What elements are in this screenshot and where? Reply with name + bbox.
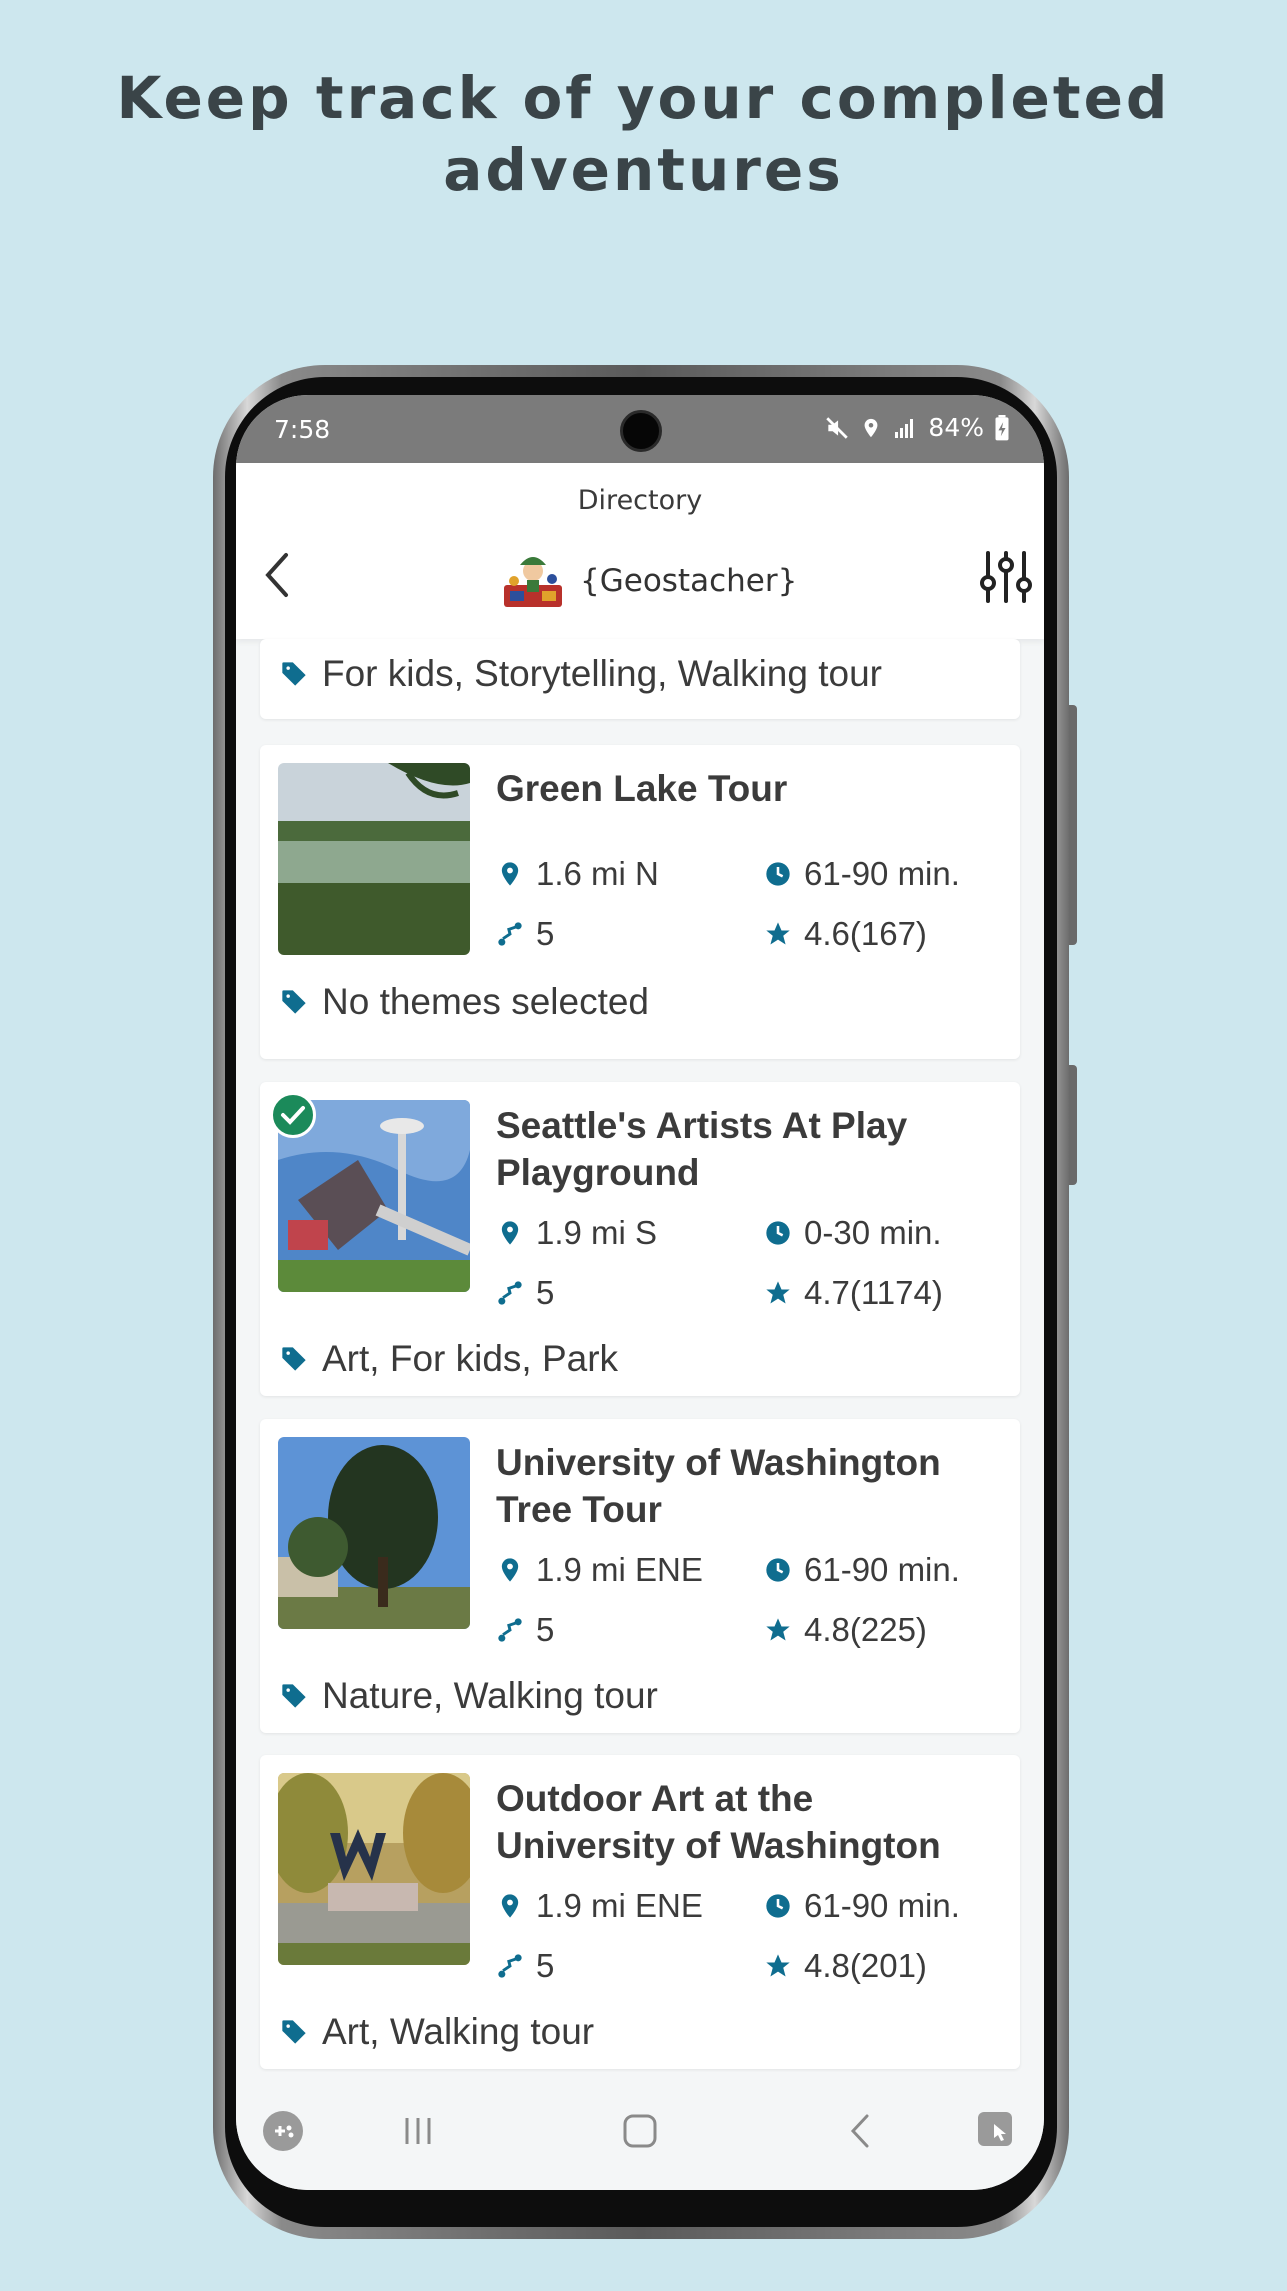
tour-duration: 61-90 min. xyxy=(764,1887,960,1925)
app-brand: {Geostacher} xyxy=(500,551,797,611)
location-icon xyxy=(865,418,878,437)
tour-duration: 61-90 min. xyxy=(764,855,960,893)
headline: Keep track of your completed adventures xyxy=(0,62,1287,206)
location-pin-icon xyxy=(501,1221,519,1245)
front-camera xyxy=(620,410,662,452)
power-button xyxy=(1069,1065,1077,1185)
tour-thumbnail xyxy=(278,1773,470,1965)
system-nav-bar xyxy=(236,2072,1044,2190)
signal-icon xyxy=(895,418,914,438)
tour-title[interactable]: Green Lake Tour xyxy=(496,765,996,812)
star-icon xyxy=(766,1618,790,1641)
tour-stops: 5 xyxy=(496,1947,554,1985)
route-icon xyxy=(498,1281,522,1305)
route-icon xyxy=(498,922,522,946)
tour-rating: 4.6(167) xyxy=(764,915,927,953)
headline-line-2: adventures xyxy=(443,136,844,204)
app-logo xyxy=(504,557,562,607)
clock-icon xyxy=(766,862,790,886)
tour-thumbnail xyxy=(278,1437,470,1629)
star-icon xyxy=(766,1954,790,1977)
battery-icon xyxy=(995,414,1009,440)
headline-line-1: Keep track of your completed xyxy=(116,64,1171,132)
tag-icon xyxy=(282,662,306,686)
tour-title[interactable]: Outdoor Art at the University of Washing… xyxy=(496,1775,996,1869)
star-icon xyxy=(766,1281,790,1304)
back-chevron-icon[interactable] xyxy=(254,547,304,603)
screen-title: Directory xyxy=(577,485,703,516)
tour-themes: No themes selected xyxy=(280,981,649,1023)
tour-thumbnail xyxy=(278,763,470,955)
tour-themes: Art, For kids, Park xyxy=(280,1338,618,1380)
tour-stops: 5 xyxy=(496,1274,554,1312)
status-bar: 7:58 84% xyxy=(236,395,1044,463)
app-name: {Geostacher} xyxy=(580,563,798,599)
back-icon[interactable] xyxy=(836,2106,886,2156)
tour-distance: 1.9 mi ENE xyxy=(496,1551,703,1589)
tour-distance: 1.9 mi S xyxy=(496,1214,657,1252)
tag-icon xyxy=(282,2020,306,2044)
tour-distance: 1.6 mi N xyxy=(496,855,659,893)
tour-themes: For kids, Storytelling, Walking tour xyxy=(280,653,882,695)
home-icon[interactable] xyxy=(615,2106,665,2156)
tour-distance: 1.9 mi ENE xyxy=(496,1887,703,1925)
tour-duration: 61-90 min. xyxy=(764,1551,960,1589)
location-pin-icon xyxy=(501,862,519,886)
clock-icon xyxy=(766,1558,790,1582)
phone-screen: 7:58 84% Directory {Geostacher} For kids… xyxy=(236,395,1044,2190)
mute-icon xyxy=(826,416,849,439)
filter-sliders-icon[interactable] xyxy=(978,547,1034,607)
tour-title[interactable]: Seattle's Artists At Play Playground xyxy=(496,1102,996,1196)
tour-stops: 5 xyxy=(496,915,554,953)
battery-percent: 84% xyxy=(928,413,984,442)
recent-apps-icon[interactable] xyxy=(393,2106,443,2156)
tour-title[interactable]: University of Washington Tree Tour xyxy=(496,1439,996,1533)
tour-card[interactable]: University of Washington Tree Tour 1.9 m… xyxy=(260,1419,1020,1733)
tour-duration: 0-30 min. xyxy=(764,1214,942,1252)
tour-rating: 4.8(201) xyxy=(764,1947,927,1985)
tour-card[interactable]: Seattle's Artists At Play Playground 1.9… xyxy=(260,1082,1020,1396)
tag-icon xyxy=(282,1684,306,1708)
route-icon xyxy=(498,1954,522,1978)
tour-themes: Nature, Walking tour xyxy=(280,1675,658,1717)
location-pin-icon xyxy=(501,1558,519,1582)
tour-themes: Art, Walking tour xyxy=(280,2011,594,2053)
tag-icon xyxy=(282,990,306,1014)
clock-icon xyxy=(766,1221,790,1245)
app-header: Directory {Geostacher} xyxy=(236,463,1044,639)
tour-card[interactable]: Green Lake Tour 1.6 mi N 61-90 min. 5 4.… xyxy=(260,745,1020,1059)
location-pin-icon xyxy=(501,1894,519,1918)
tour-card-partial[interactable]: For kids, Storytelling, Walking tour xyxy=(260,639,1020,719)
tour-card[interactable]: Outdoor Art at the University of Washing… xyxy=(260,1755,1020,2069)
tour-themes-text: For kids, Storytelling, Walking tour xyxy=(322,653,882,694)
game-launcher-icon[interactable] xyxy=(258,2106,308,2156)
star-icon xyxy=(766,922,790,945)
volume-button xyxy=(1069,705,1077,945)
assistant-icon[interactable] xyxy=(972,2106,1022,2156)
completed-check-icon xyxy=(270,1092,316,1138)
tour-stops: 5 xyxy=(496,1611,554,1649)
tour-rating: 4.8(225) xyxy=(764,1611,927,1649)
tour-rating: 4.7(1174) xyxy=(764,1274,943,1312)
tag-icon xyxy=(282,1347,306,1371)
status-time: 7:58 xyxy=(274,415,331,444)
clock-icon xyxy=(766,1894,790,1918)
route-icon xyxy=(498,1618,522,1642)
